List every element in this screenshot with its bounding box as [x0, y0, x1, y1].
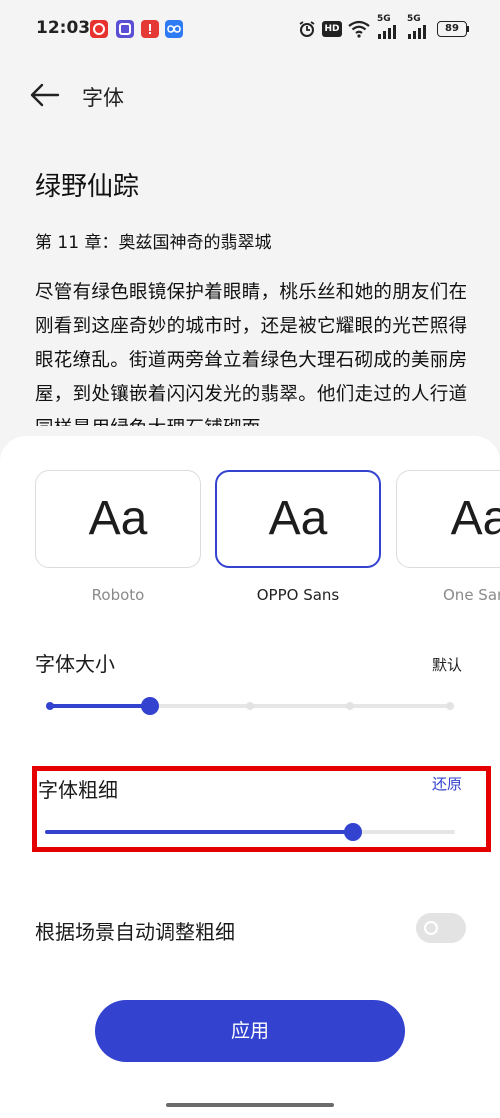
back-arrow-icon: [30, 83, 60, 107]
font-size-track-fill: [50, 704, 150, 708]
font-size-thumb[interactable]: [141, 697, 159, 715]
font-sample: Aa: [268, 492, 328, 545]
preview-book-title: 绿野仙踪: [35, 172, 140, 202]
infinity-app-icon: [165, 20, 183, 38]
alarm-icon: [298, 20, 316, 42]
font-size-tick[interactable]: [446, 702, 454, 710]
signal-bars-icon-2: [408, 24, 432, 43]
signal-bars-icon-1: [378, 24, 402, 43]
font-sample: Aa: [450, 492, 500, 545]
battery-indicator: 89: [437, 21, 467, 37]
font-size-tick[interactable]: [46, 702, 54, 710]
page-title: 字体: [82, 86, 124, 110]
font-size-slider[interactable]: [46, 696, 458, 716]
font-size-value: 默认: [432, 656, 463, 674]
app-red-icon: [141, 20, 159, 38]
signal-5g-label-1: 5G: [377, 14, 391, 24]
font-name-one-sans: One Sans: [443, 586, 500, 604]
apply-button[interactable]: 应用: [95, 1000, 405, 1062]
wifi-icon: [348, 20, 370, 42]
preview-chapter: 第 11 章：奥兹国神奇的翡翠城: [35, 233, 272, 253]
signal-5g-label-2: 5G: [407, 14, 421, 24]
auto-weight-label: 根据场景自动调整粗细: [35, 920, 235, 944]
tieba-icon: [116, 20, 134, 38]
font-name-oppo-sans: OPPO Sans: [256, 586, 340, 604]
highlight-box: [32, 766, 491, 852]
font-size-tick[interactable]: [346, 702, 354, 710]
back-button[interactable]: [28, 78, 64, 112]
font-name-roboto: Roboto: [91, 586, 145, 604]
preview-body-text: 尽管有绿色眼镜保护着眼睛，桃乐丝和她的朋友们在刚看到这座奇妙的城市时，还是被它耀…: [35, 282, 468, 426]
toggle-knob: [424, 921, 438, 935]
netease-music-icon: [90, 20, 108, 38]
font-card-roboto[interactable]: Aa: [35, 470, 201, 568]
font-size-tick[interactable]: [246, 702, 254, 710]
status-time: 12:03: [36, 18, 91, 38]
auto-weight-toggle[interactable]: [416, 913, 466, 943]
font-card-one-sans[interactable]: Aa: [396, 470, 500, 568]
font-sample: Aa: [88, 492, 148, 545]
hd-icon: HD: [322, 21, 342, 37]
font-size-label: 字体大小: [35, 652, 115, 676]
battery-tip: [467, 26, 469, 32]
font-card-oppo-sans[interactable]: Aa: [215, 470, 381, 568]
home-indicator[interactable]: [166, 1103, 334, 1107]
